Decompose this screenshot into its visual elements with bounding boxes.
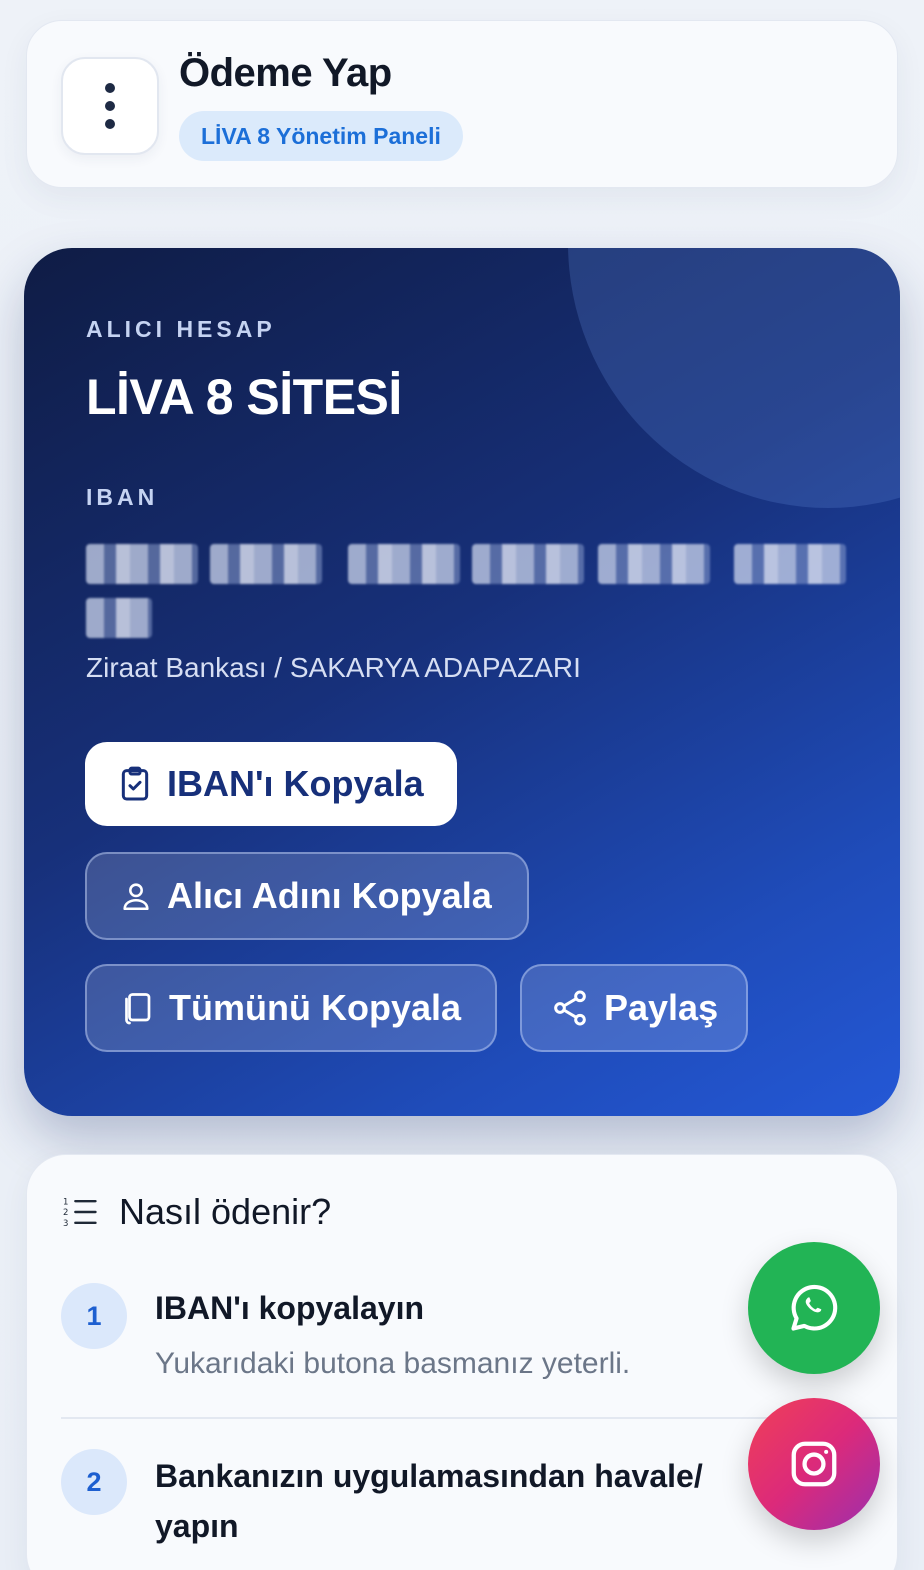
whatsapp-button[interactable] [748, 1242, 880, 1374]
copy-all-label: Tümünü Kopyala [169, 987, 462, 1028]
more-vertical-icon[interactable] [61, 57, 159, 155]
iban-block [348, 544, 460, 584]
iban-block [598, 544, 710, 584]
copy-iban-label: IBAN'ı Kopyala [167, 763, 424, 804]
clipboard-check-icon [121, 766, 149, 801]
step-title-line2: yapın [155, 1508, 239, 1544]
iban-label: IBAN [86, 484, 159, 510]
menu-dot [105, 119, 115, 129]
share-icon [554, 990, 586, 1026]
copy-recipient-button[interactable]: Alıcı Adını Kopyala [85, 852, 529, 940]
copy-recipient-label: Alıcı Adını Kopyala [167, 875, 492, 916]
step-number: 1 [61, 1283, 127, 1349]
panel-badge: LİVA 8 Yönetim Paneli [179, 111, 463, 161]
share-button[interactable]: Paylaş [520, 964, 748, 1052]
iban-block [210, 544, 322, 584]
copy-icon [125, 993, 151, 1025]
ordered-list-icon: 1 2 3 [63, 1197, 97, 1229]
iban-block [86, 598, 152, 638]
bank-account-card: ALICI HESAP LİVA 8 SİTESİ IBAN Ziraat Ba… [24, 248, 900, 1116]
iban-block [734, 544, 846, 584]
svg-text:1: 1 [63, 1197, 68, 1207]
step-title-line1: Bankanızın uygulamasından havale/ [155, 1458, 703, 1494]
page-title: Ödeme Yap [179, 51, 392, 95]
how-to-pay-header: 1 2 3 Nasıl ödenir? [61, 1191, 331, 1233]
menu-dot [105, 83, 115, 93]
recipient-label: ALICI HESAP [86, 316, 276, 342]
svg-text:2: 2 [63, 1208, 68, 1218]
user-icon [123, 883, 149, 911]
bank-branch-info: Ziraat Bankası / SAKARYA ADAPAZARI [86, 652, 581, 683]
menu-dot [105, 101, 115, 111]
step-title: IBAN'ı kopyalayın [155, 1290, 425, 1326]
whatsapp-icon [791, 1284, 838, 1331]
step-number: 2 [61, 1449, 127, 1515]
instagram-button[interactable] [748, 1398, 880, 1530]
decorative-circle [568, 248, 900, 508]
copy-iban-button[interactable]: IBAN'ı Kopyala [85, 742, 457, 826]
how-to-pay-title: Nasıl ödenir? [119, 1191, 332, 1232]
share-label: Paylaş [604, 987, 719, 1028]
copy-all-button[interactable]: Tümünü Kopyala [85, 964, 497, 1052]
step-description: Yukarıdaki butona basmanız yeterli. [155, 1347, 631, 1380]
instagram-icon [791, 1441, 837, 1487]
iban-block [472, 544, 584, 584]
recipient-name: LİVA 8 SİTESİ [86, 369, 402, 425]
svg-text:3: 3 [63, 1219, 68, 1229]
iban-block [86, 544, 198, 584]
page-header: Ödeme Yap LİVA 8 Yönetim Paneli [26, 20, 898, 188]
